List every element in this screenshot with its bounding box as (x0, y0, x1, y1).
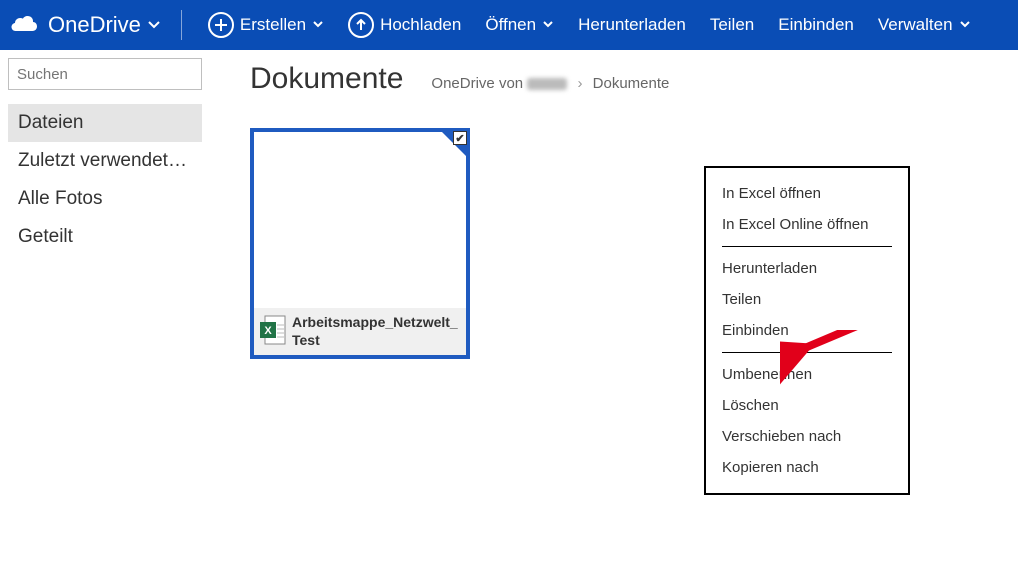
page-title: Dokumente (250, 62, 403, 96)
check-icon: ✔ (453, 131, 467, 145)
sidebar: Dateien Zuletzt verwendete Dokumente All… (0, 50, 210, 359)
selection-checkmark[interactable]: ✔ (440, 130, 468, 158)
file-name: Arbeitsmappe_Netzwelt_Test (292, 314, 460, 349)
context-menu: In Excel öffnen In Excel Online öffnen H… (704, 166, 910, 495)
brand-menu-caret-icon[interactable] (147, 12, 161, 38)
ctx-embed[interactable]: Einbinden (706, 315, 908, 346)
sidebar-item-recent[interactable]: Zuletzt verwendete Dokumente (8, 142, 202, 180)
caret-down-icon (542, 15, 554, 35)
ctx-open-excel[interactable]: In Excel öffnen (706, 178, 908, 209)
svg-text:X: X (264, 325, 272, 337)
redacted-username (527, 78, 567, 90)
ctx-rename[interactable]: Umbenennen (706, 359, 908, 390)
sidebar-item-files[interactable]: Dateien (8, 104, 202, 142)
search-box[interactable] (8, 58, 202, 90)
manage-button[interactable]: Verwalten (878, 15, 971, 35)
share-button[interactable]: Teilen (710, 15, 754, 35)
caret-down-icon (959, 15, 971, 35)
excel-file-icon: X (260, 315, 286, 348)
caret-down-icon (312, 15, 324, 35)
ctx-delete[interactable]: Löschen (706, 390, 908, 421)
create-button[interactable]: Erstellen (208, 12, 324, 38)
ctx-share[interactable]: Teilen (706, 284, 908, 315)
breadcrumb: OneDrive von › Dokumente (431, 75, 669, 92)
file-thumbnail: ✔ (254, 132, 466, 308)
ctx-open-excel-online[interactable]: In Excel Online öffnen (706, 209, 908, 240)
file-label-bar: X Arbeitsmappe_Netzwelt_Test (254, 308, 466, 355)
embed-button[interactable]: Einbinden (778, 15, 854, 35)
search-input[interactable] (9, 59, 201, 89)
toolbar-divider (181, 10, 182, 40)
brand[interactable]: OneDrive (10, 12, 161, 38)
ctx-download[interactable]: Herunterladen (706, 253, 908, 284)
file-tile[interactable]: ✔ X Arbeitsmappe_Netzwelt_Test (250, 128, 470, 359)
ctx-divider (722, 246, 892, 247)
upload-circle-icon (348, 12, 374, 38)
ctx-move[interactable]: Verschieben nach (706, 421, 908, 452)
sidebar-item-photos[interactable]: Alle Fotos (8, 180, 202, 218)
onedrive-cloud-icon (10, 12, 40, 38)
breadcrumb-root[interactable]: OneDrive von (431, 75, 567, 92)
top-toolbar: OneDrive Erstellen Hochladen Öffnen Heru… (0, 0, 1018, 50)
open-button[interactable]: Öffnen (485, 15, 554, 35)
chevron-right-icon: › (577, 75, 582, 92)
ctx-divider (722, 352, 892, 353)
download-button[interactable]: Herunterladen (578, 15, 686, 35)
sidebar-item-shared[interactable]: Geteilt (8, 218, 202, 256)
brand-name: OneDrive (48, 12, 141, 38)
ctx-copy[interactable]: Kopieren nach (706, 452, 908, 483)
upload-button[interactable]: Hochladen (348, 12, 461, 38)
breadcrumb-current: Dokumente (593, 75, 670, 92)
main-area: Dokumente OneDrive von › Dokumente ✔ (210, 50, 1018, 359)
plus-circle-icon (208, 12, 234, 38)
